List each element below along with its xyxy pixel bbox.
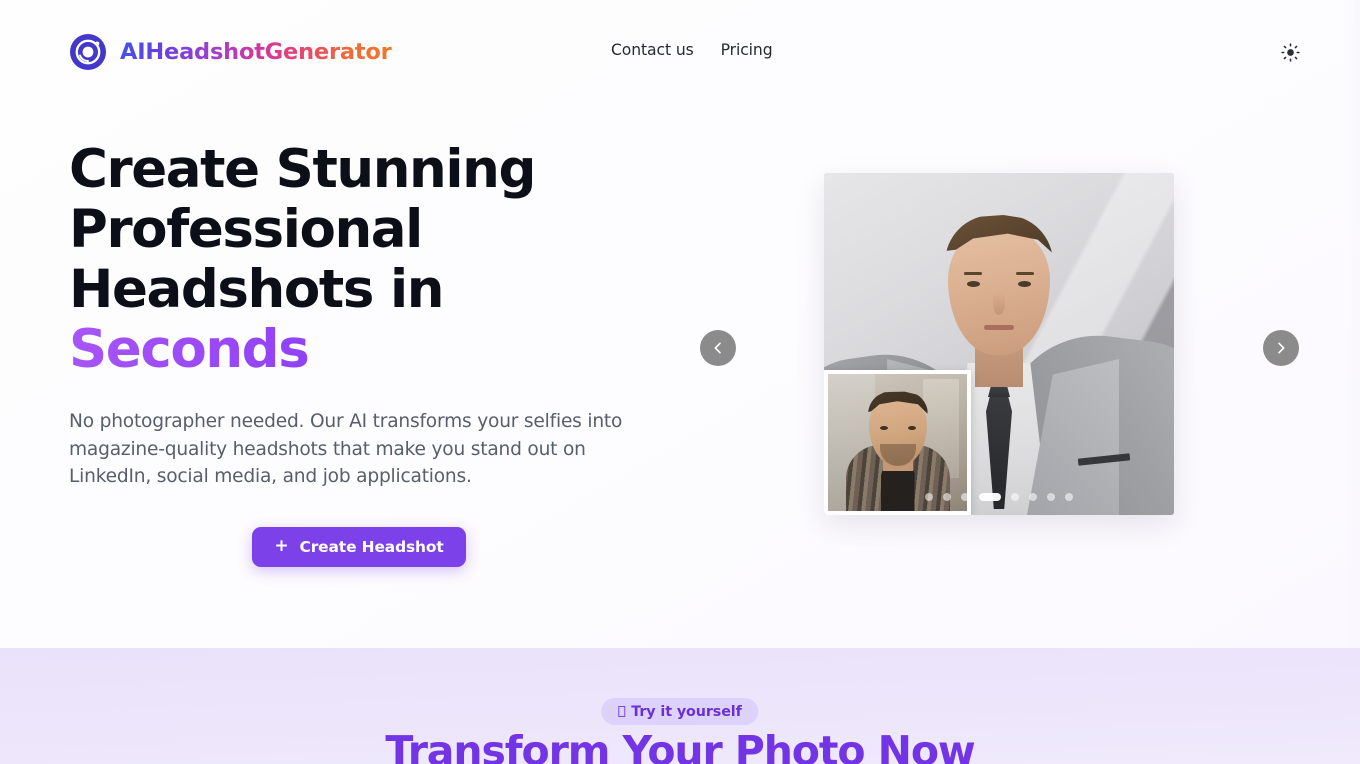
headshot-carousel[interactable] <box>824 173 1174 515</box>
eye-right <box>1018 281 1031 287</box>
carousel-dot[interactable] <box>1029 493 1037 501</box>
nav-link-contact-us[interactable]: Contact us <box>611 41 694 59</box>
sun-icon <box>1280 42 1300 62</box>
eyebrow-left <box>964 272 982 275</box>
headline-line-2: Professional <box>69 199 423 260</box>
aperture-target-icon <box>70 34 106 70</box>
site-header: AIHeadshotGenerator Contact us Pricing <box>0 0 1360 103</box>
carousel-dot[interactable] <box>961 493 969 501</box>
selfie-eye-right <box>907 426 916 430</box>
nose <box>993 293 1005 315</box>
headline-accent-word: Seconds <box>69 320 589 380</box>
main-nav: Contact us Pricing <box>611 41 773 59</box>
try-it-yourself-label: Try it yourself <box>631 703 742 720</box>
carousel-dot[interactable] <box>1011 493 1019 501</box>
hero-copy: Create Stunning Professional Headshots i… <box>69 140 689 567</box>
carousel-next-button[interactable] <box>1263 330 1299 366</box>
carousel-prev-button[interactable] <box>700 330 736 366</box>
carousel-dot[interactable] <box>925 493 933 501</box>
chevron-right-icon <box>1278 342 1285 354</box>
try-it-yourself-badge[interactable]: Try it yourself <box>601 698 759 725</box>
brand-logo[interactable]: AIHeadshotGenerator <box>69 33 392 71</box>
eye-left <box>967 281 980 287</box>
carousel-dot[interactable] <box>1065 493 1073 501</box>
headline-line-3: Headshots in <box>69 259 445 320</box>
carousel-dots <box>925 493 1073 501</box>
missing-glyph-icon <box>618 706 626 717</box>
brand-name: AIHeadshotGenerator <box>120 39 392 65</box>
chevron-left-icon <box>714 342 721 354</box>
hero-cta-row: + Create Headshot <box>69 526 649 567</box>
hero-subtitle: No photographer needed. Our AI transform… <box>69 411 623 488</box>
page-root: AIHeadshotGenerator Contact us Pricing C… <box>0 0 1360 764</box>
selfie-eye-left <box>879 426 888 430</box>
create-headshot-button[interactable]: + Create Headshot <box>252 526 466 567</box>
page-title: Create Stunning Professional Headshots i… <box>69 140 589 380</box>
eyebrow-right <box>1016 272 1034 275</box>
hero-section: AIHeadshotGenerator Contact us Pricing C… <box>0 0 1360 648</box>
showcase-title: Transform Your Photo Now <box>385 727 975 764</box>
mouth <box>984 325 1014 330</box>
headline-line-1: Create Stunning <box>69 139 536 200</box>
plus-icon: + <box>274 535 289 556</box>
create-headshot-label: Create Headshot <box>299 537 444 556</box>
theme-toggle-button[interactable] <box>1279 41 1301 63</box>
carousel-dot[interactable] <box>1047 493 1055 501</box>
carousel-dot[interactable] <box>943 493 951 501</box>
nav-link-pricing[interactable]: Pricing <box>721 41 773 59</box>
carousel-dot-active[interactable] <box>979 493 1001 501</box>
